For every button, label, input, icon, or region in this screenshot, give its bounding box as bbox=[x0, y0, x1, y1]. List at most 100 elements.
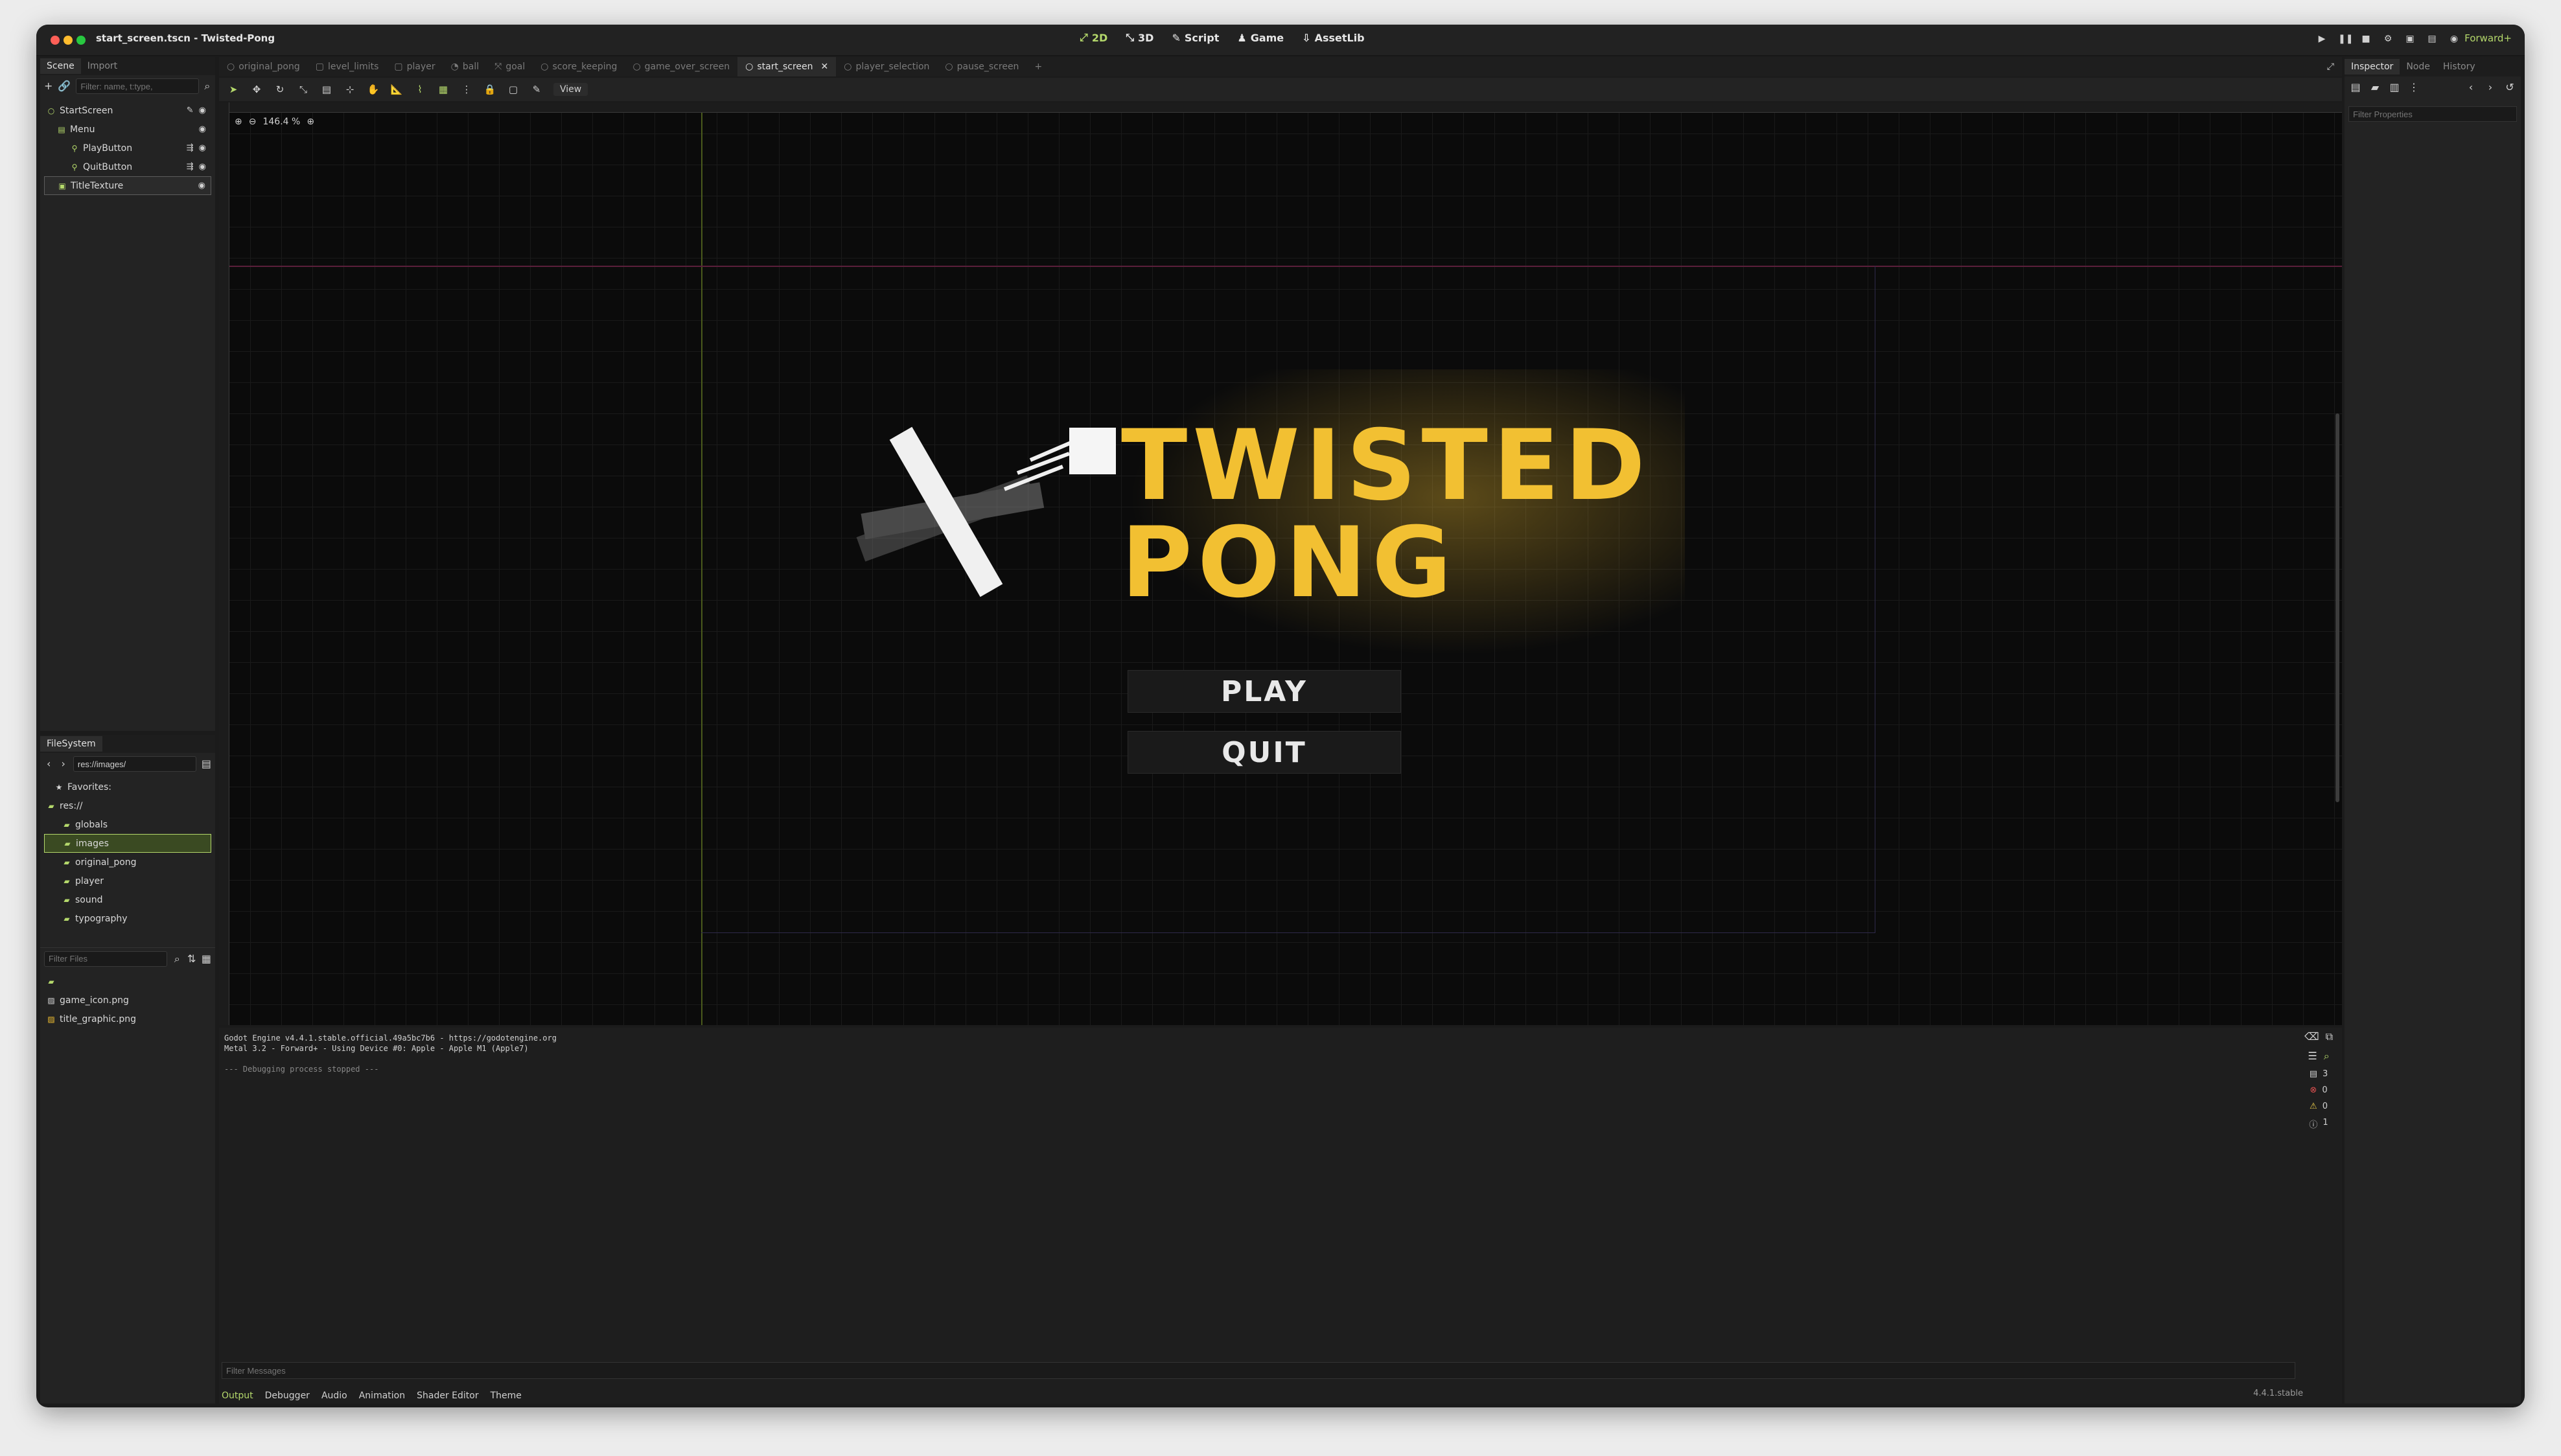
tab-3d[interactable]: ⤡ 3D bbox=[1126, 31, 1153, 44]
tab-audio[interactable]: Audio bbox=[321, 1391, 347, 1401]
folder-globals[interactable]: ▰ globals bbox=[44, 815, 211, 834]
scene-tab-start-screen[interactable]: ○ start_screen ✕ bbox=[737, 57, 837, 76]
scene-tab-original-pong[interactable]: ○ original_pong bbox=[219, 57, 308, 76]
tab-shader-editor[interactable]: Shader Editor bbox=[417, 1391, 478, 1401]
extra-options-icon[interactable]: ⋮ bbox=[2407, 80, 2421, 95]
back-icon[interactable]: ‹ bbox=[44, 757, 53, 771]
horizontal-ruler[interactable] bbox=[219, 102, 2342, 113]
tab-theme[interactable]: Theme bbox=[491, 1391, 522, 1401]
scene-tab-player[interactable]: ▢ player bbox=[386, 57, 443, 76]
save-resource-icon[interactable]: ▥ bbox=[2387, 80, 2402, 95]
filter-error-toggle[interactable]: ⊗ 0 bbox=[2310, 1085, 2327, 1095]
scene-filter-input[interactable] bbox=[76, 78, 200, 94]
visibility-icon[interactable]: ◉ bbox=[199, 124, 206, 134]
history-forward-icon[interactable]: › bbox=[2483, 80, 2497, 95]
zoom-level[interactable]: 146.4 % bbox=[262, 117, 300, 127]
list-select-icon[interactable]: ▤ bbox=[320, 84, 333, 95]
scene-tab-player-selection[interactable]: ○ player_selection bbox=[836, 57, 937, 76]
scene-tab-level-limits[interactable]: ▢ level_limits bbox=[308, 57, 387, 76]
tab-game[interactable]: ♟ Game bbox=[1237, 31, 1284, 44]
file-item-title-graphic[interactable]: ▨ title_graphic.png bbox=[47, 1010, 209, 1028]
tab-filesystem[interactable]: FileSystem bbox=[40, 736, 102, 752]
tab-history[interactable]: History bbox=[2437, 59, 2482, 75]
collapse-icon[interactable]: ☰ bbox=[2308, 1050, 2317, 1063]
play-button[interactable]: PLAY bbox=[1128, 670, 1401, 713]
zoom-out-icon[interactable]: ⊖ bbox=[249, 117, 257, 127]
filter-warning-toggle[interactable]: ⚠ 0 bbox=[2310, 1102, 2328, 1111]
tab-output[interactable]: Output bbox=[222, 1391, 253, 1401]
tree-node-menu[interactable]: ▤ Menu ◉ bbox=[44, 120, 211, 139]
tree-node-startscreen[interactable]: ○ StartScreen ✎ ◉ bbox=[44, 101, 211, 120]
res-root-item[interactable]: ▰ res:// bbox=[44, 796, 211, 815]
sort-icon[interactable]: ⇅ bbox=[187, 952, 196, 966]
script-attached-icon[interactable]: ✎ bbox=[187, 106, 194, 115]
close-window-button[interactable] bbox=[51, 36, 60, 45]
center-view-icon[interactable]: ⊕ bbox=[235, 117, 242, 127]
scene-tab-pause-screen[interactable]: ○ pause_screen bbox=[937, 57, 1026, 76]
add-node-icon[interactable]: + bbox=[44, 79, 52, 93]
distraction-free-icon[interactable]: ⤢ bbox=[2319, 57, 2342, 76]
folder-player[interactable]: ▰ player bbox=[44, 872, 211, 890]
scene-tab-ball[interactable]: ◔ ball bbox=[443, 57, 487, 76]
favorites-item[interactable]: ★ Favorites: bbox=[44, 778, 211, 796]
grid-view-icon[interactable]: ▦ bbox=[202, 952, 211, 966]
visibility-icon[interactable]: ◉ bbox=[199, 106, 206, 115]
view-menu-button[interactable]: View bbox=[553, 83, 588, 96]
split-view-icon[interactable]: ▤ bbox=[202, 757, 211, 771]
tab-script[interactable]: ✎ Script bbox=[1172, 31, 1219, 44]
filter-properties-input[interactable] bbox=[2348, 106, 2517, 122]
smart-snap-icon[interactable]: ⌇ bbox=[413, 84, 426, 95]
pause-icon[interactable]: ❚❚ bbox=[2338, 32, 2353, 45]
ruler-tool-icon[interactable]: 📐 bbox=[390, 84, 403, 95]
search-icon[interactable]: ⌕ bbox=[204, 79, 210, 93]
search-toggle-icon[interactable]: ⌕ bbox=[2324, 1050, 2330, 1063]
title-texture[interactable]: TWISTED PONG bbox=[855, 369, 1698, 654]
grid-snap-icon[interactable]: ▦ bbox=[437, 84, 450, 95]
copy-log-icon[interactable]: ⧉ bbox=[2326, 1030, 2333, 1043]
open-resource-icon[interactable]: ▰ bbox=[2368, 80, 2382, 95]
clear-log-icon[interactable]: ⌫ bbox=[2304, 1030, 2319, 1043]
files-filter-input[interactable] bbox=[44, 951, 167, 967]
visibility-icon[interactable]: ◉ bbox=[199, 143, 206, 153]
rotate-tool-icon[interactable]: ↻ bbox=[273, 84, 286, 95]
scene-tab-goal[interactable]: ⤧ goal bbox=[487, 57, 533, 76]
renderer-selector[interactable]: Forward+ bbox=[2464, 32, 2512, 44]
stop-icon[interactable]: ■ bbox=[2360, 32, 2372, 45]
tree-node-titletexture[interactable]: ▣ TitleTexture ◉ bbox=[44, 176, 211, 195]
remote-debug-icon[interactable]: ⚙ bbox=[2382, 32, 2394, 45]
tab-scene[interactable]: Scene bbox=[40, 58, 81, 74]
play-custom-scene-icon[interactable]: ▤ bbox=[2426, 32, 2438, 45]
history-back-icon[interactable]: ‹ bbox=[2464, 80, 2478, 95]
group-icon[interactable]: ▢ bbox=[507, 84, 520, 95]
move-tool-icon[interactable]: ✥ bbox=[250, 84, 263, 95]
pan-tool-icon[interactable]: ✋ bbox=[367, 84, 380, 95]
tree-node-playbutton[interactable]: ⚲ PlayButton ⇶ ◉ bbox=[44, 139, 211, 157]
vertical-scrollbar[interactable] bbox=[2335, 413, 2339, 802]
tab-node[interactable]: Node bbox=[2400, 59, 2437, 75]
snap-options-icon[interactable]: ⋮ bbox=[460, 84, 473, 95]
visibility-icon[interactable]: ◉ bbox=[199, 162, 206, 172]
folder-images[interactable]: ▰ images bbox=[44, 834, 211, 853]
pivot-tool-icon[interactable]: ⊹ bbox=[343, 84, 356, 95]
tree-node-quitbutton[interactable]: ⚲ QuitButton ⇶ ◉ bbox=[44, 157, 211, 176]
forward-icon[interactable]: › bbox=[58, 757, 67, 771]
tab-2d[interactable]: ⤢ 2D bbox=[1080, 31, 1107, 44]
bone-icon[interactable]: ✎ bbox=[530, 84, 543, 95]
object-history-icon[interactable]: ↺ bbox=[2503, 80, 2517, 95]
vertical-ruler[interactable] bbox=[219, 102, 229, 1025]
link-icon[interactable]: 🔗 bbox=[58, 79, 71, 93]
signal-icon[interactable]: ⇶ bbox=[187, 162, 194, 172]
filter-messages-input[interactable] bbox=[222, 1362, 2295, 1379]
close-tab-icon[interactable]: ✕ bbox=[821, 62, 829, 72]
play-icon[interactable]: ▶ bbox=[2316, 32, 2328, 45]
new-resource-icon[interactable]: ▤ bbox=[2348, 80, 2363, 95]
path-field[interactable] bbox=[73, 756, 196, 772]
tab-inspector[interactable]: Inspector bbox=[2345, 59, 2400, 75]
visibility-icon[interactable]: ◉ bbox=[198, 181, 205, 191]
scene-tab-score-keeping[interactable]: ○ score_keeping bbox=[533, 57, 625, 76]
folder-original-pong[interactable]: ▰ original_pong bbox=[44, 853, 211, 872]
canvas-viewport[interactable]: ⊕ ⊖ 146.4 % ⊕ TWISTED PONG PLAY QUIT bbox=[219, 102, 2342, 1025]
tab-assetlib[interactable]: ⇩ AssetLib bbox=[1302, 31, 1364, 44]
select-tool-icon[interactable]: ➤ bbox=[227, 84, 240, 95]
search-icon[interactable]: ⌕ bbox=[172, 952, 181, 966]
